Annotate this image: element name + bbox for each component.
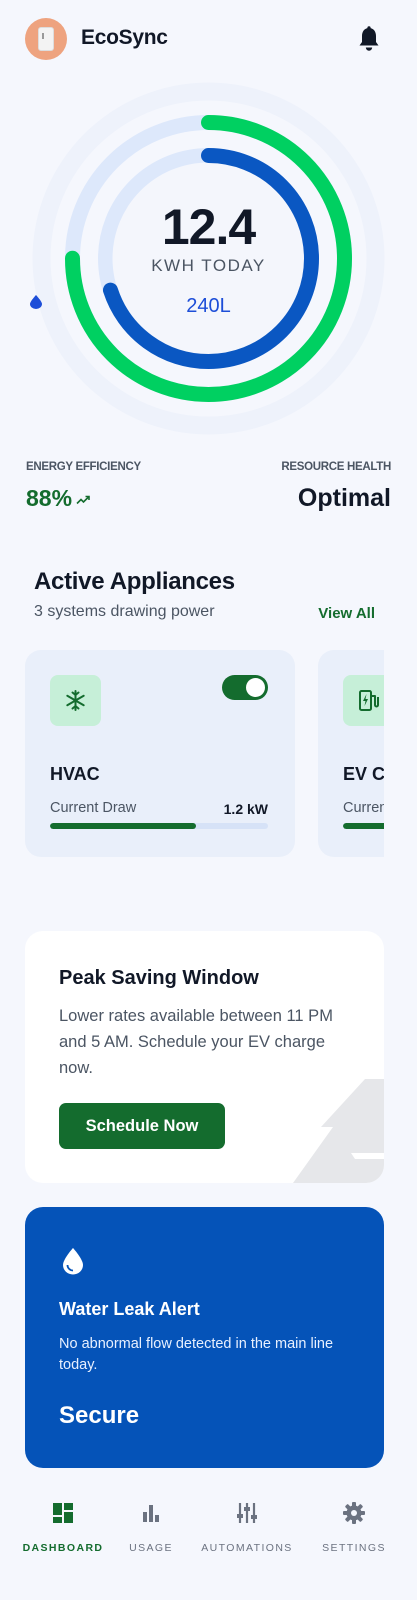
appliance-carousel[interactable]: HVAC Current Draw 1.2 kW EV C Curren	[25, 650, 384, 860]
load-bar-fill	[343, 823, 384, 829]
gear-icon	[343, 1502, 365, 1524]
view-all-link[interactable]: View All	[318, 605, 375, 622]
appliance-name: EV C	[343, 764, 384, 784]
load-bar-fill	[50, 823, 197, 829]
water-readout: 240L	[30, 295, 387, 318]
app-title: EcoSync	[81, 26, 168, 49]
nav-label: AUTOMATIONS	[201, 1542, 293, 1554]
efficiency-label: ENERGY EFFICIENCY	[26, 461, 141, 473]
load-bar	[50, 823, 268, 829]
appliance-icon-box	[343, 675, 384, 726]
dashboard-icon	[53, 1503, 73, 1523]
nav-label: USAGE	[129, 1542, 173, 1554]
water-drop-icon	[63, 1248, 83, 1275]
hvac-toggle[interactable]	[222, 675, 268, 700]
nav-settings[interactable]: SETTINGS	[302, 1502, 406, 1562]
nav-usage[interactable]: USAGE	[99, 1502, 203, 1562]
peak-title: Peak Saving Window	[59, 967, 259, 989]
efficiency-value: 88%	[26, 485, 73, 511]
leak-description: No abnormal flow detected in the main li…	[59, 1336, 334, 1373]
appliance-card-hvac[interactable]: HVAC Current Draw 1.2 kW	[25, 650, 295, 857]
efficiency-value-group: 88%	[26, 485, 90, 512]
bottom-nav: DASHBOARD USAGE AUTOMATIONS SETTINGS	[0, 1490, 417, 1600]
appliances-title: Active Appliances	[34, 568, 235, 595]
energy-value: 12.4	[161, 199, 256, 255]
current-draw-label: Current Draw	[50, 800, 137, 816]
leak-status: Secure	[59, 1402, 140, 1429]
load-bar	[343, 823, 384, 829]
water-drop-icon	[30, 295, 42, 309]
bar-chart-icon	[143, 1505, 159, 1522]
water-leak-card[interactable]: Water Leak Alert No abnormal flow detect…	[25, 1207, 384, 1468]
health-value: Optimal	[297, 484, 391, 512]
energy-unit: KWH TODAY	[151, 256, 266, 275]
consumption-rings: 12.4 KWH TODAY 240L	[30, 80, 387, 437]
snowflake-icon	[66, 690, 85, 711]
sliders-icon	[237, 1503, 257, 1523]
leak-title: Water Leak Alert	[59, 1299, 200, 1319]
appliance-icon-box	[50, 675, 101, 726]
appliance-name: HVAC	[50, 764, 100, 784]
ev-charger-icon	[359, 690, 379, 711]
schedule-now-button[interactable]: Schedule Now	[59, 1103, 225, 1149]
current-draw-value: 1.2 kW	[223, 801, 268, 817]
health-label: RESOURCE HEALTH	[281, 461, 391, 473]
peak-saving-card: Peak Saving Window Lower rates available…	[25, 931, 384, 1183]
nav-automations[interactable]: AUTOMATIONS	[195, 1502, 299, 1562]
appliance-card-ev-charger[interactable]: EV C Curren	[318, 650, 384, 857]
water-value: 240L	[186, 295, 231, 317]
lightning-bolt-icon	[293, 1079, 384, 1183]
nav-label: SETTINGS	[322, 1542, 386, 1554]
trending-up-icon	[76, 495, 90, 505]
top-bar: EcoSync	[0, 0, 417, 80]
current-draw-label: Curren	[343, 800, 384, 816]
appliances-subtitle: 3 systems drawing power	[34, 603, 215, 620]
bell-icon[interactable]	[358, 26, 380, 52]
peak-description: Lower rates available between 11 PM and …	[59, 1007, 333, 1077]
avatar[interactable]	[25, 18, 67, 60]
